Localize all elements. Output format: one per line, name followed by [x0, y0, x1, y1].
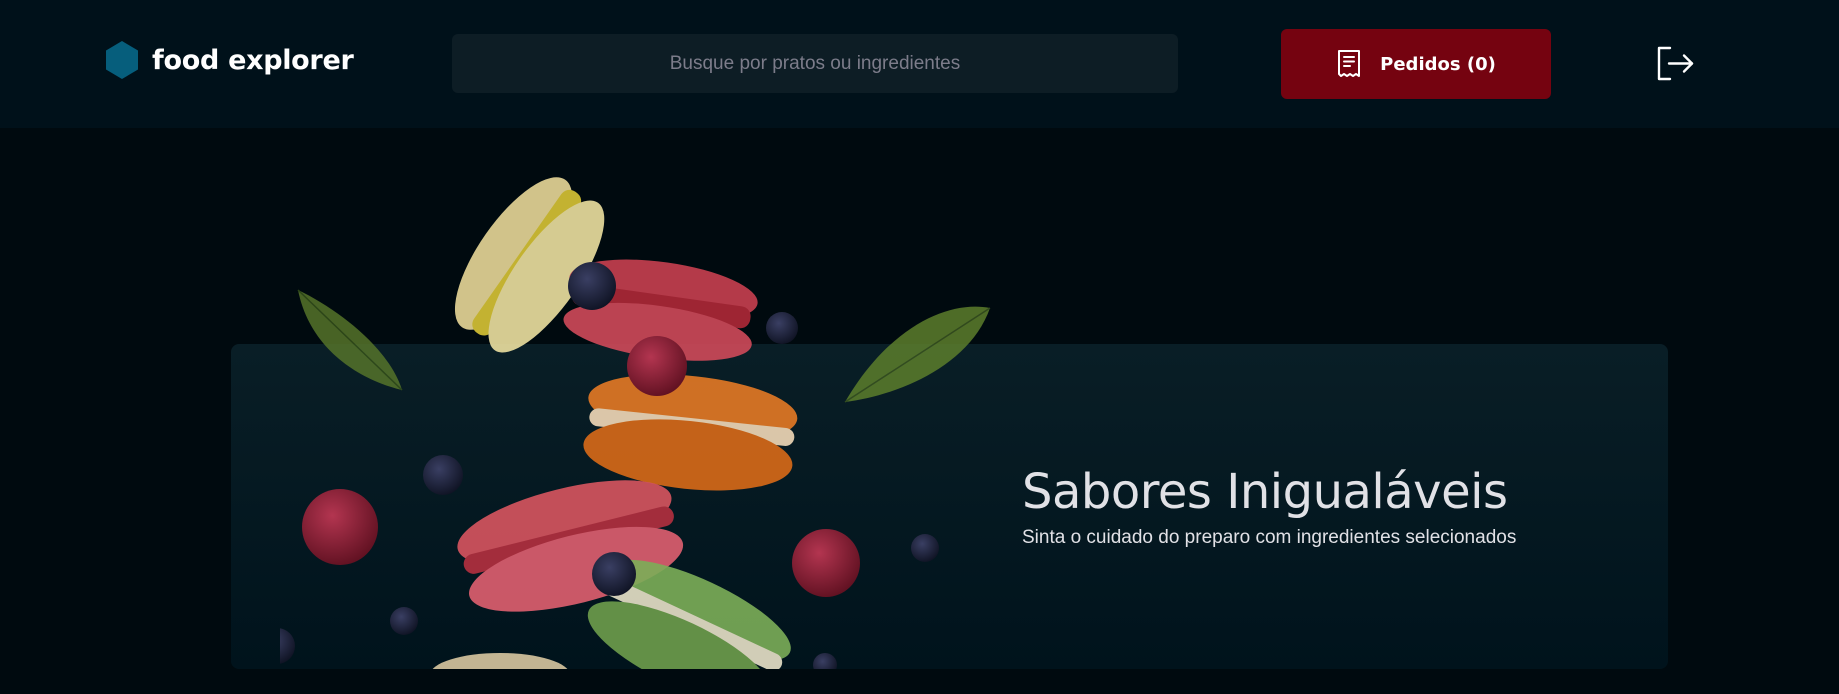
logout-button[interactable] [1654, 42, 1696, 84]
macarons-image [259, 150, 1020, 670]
banner-subtitle: Sinta o cuidado do preparo com ingredien… [1022, 526, 1517, 548]
banner-text: Sabores Inigualáveis Sinta o cuidado do … [1022, 466, 1662, 549]
banner-title: Sabores Inigualáveis [1022, 464, 1508, 520]
search-input[interactable] [452, 34, 1178, 93]
sign-out-icon [1654, 42, 1696, 84]
hexagon-icon [104, 40, 140, 80]
logo-text: food explorer [152, 44, 354, 76]
orders-button[interactable]: Pedidos (0) [1281, 29, 1551, 99]
search-bar [452, 34, 1178, 93]
leaf-right [844, 306, 991, 403]
logo[interactable]: food explorer [104, 40, 354, 80]
receipt-icon [1336, 49, 1362, 79]
leaf-left [297, 289, 403, 391]
header: food explorer Pedidos (0) [0, 0, 1839, 128]
orders-button-label: Pedidos (0) [1380, 53, 1496, 75]
